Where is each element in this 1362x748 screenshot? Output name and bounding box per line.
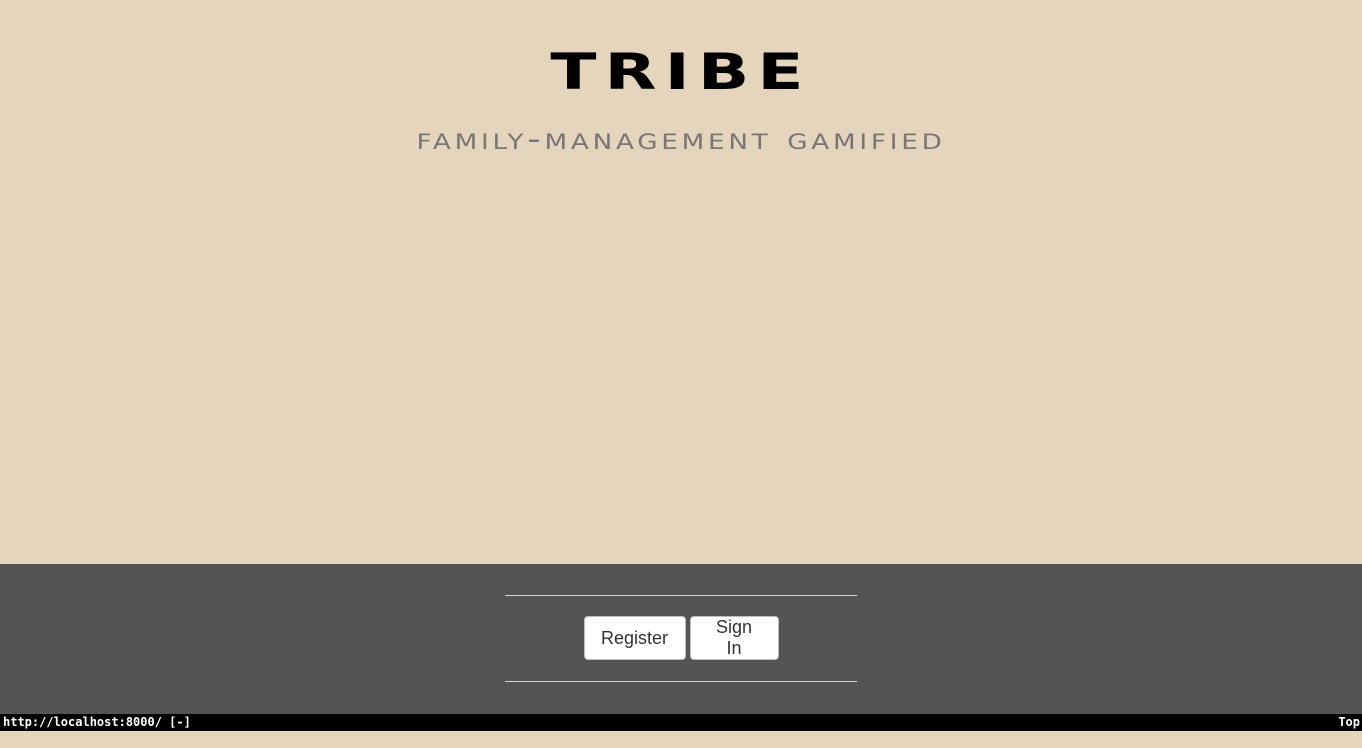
page-remainder [0, 731, 1362, 748]
sign-in-button[interactable]: Sign In [689, 616, 779, 660]
footer-section: Register Sign In [0, 564, 1362, 714]
hero-section: Tribe Family-Management Gamified [0, 0, 1362, 564]
divider-bottom [505, 681, 857, 682]
browser-status-bar: http://localhost:8000/ [-] Top [0, 714, 1362, 731]
brand-tagline: Family-Management Gamified [416, 122, 946, 157]
register-button[interactable]: Register [583, 616, 686, 660]
auth-button-group: Register Sign In [0, 616, 1362, 660]
status-url: http://localhost:8000/ [-] [3, 715, 191, 729]
divider-top [505, 595, 857, 596]
brand-title: Tribe [550, 22, 812, 106]
scroll-position-indicator: Top [1338, 715, 1360, 729]
